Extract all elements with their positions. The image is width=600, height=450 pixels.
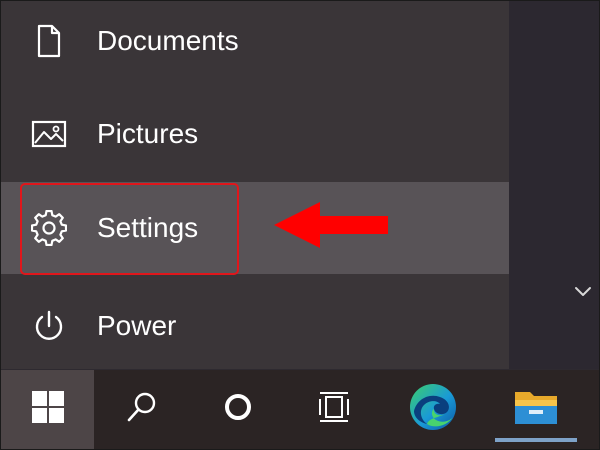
task-view-icon xyxy=(317,390,351,429)
cortana-icon xyxy=(221,390,255,429)
cortana-button[interactable] xyxy=(193,370,283,449)
document-icon xyxy=(31,23,67,59)
power-icon xyxy=(31,308,67,344)
start-menu-item-power[interactable]: Power xyxy=(1,281,509,371)
pictures-icon xyxy=(31,116,67,152)
start-menu-item-label: Pictures xyxy=(97,118,199,149)
start-menu-item-label: Power xyxy=(97,310,177,341)
start-button[interactable] xyxy=(1,370,94,449)
edge-icon xyxy=(407,381,459,438)
start-menu-tiles-area xyxy=(509,1,599,369)
chevron-down-icon[interactable] xyxy=(572,280,594,302)
start-menu-item-pictures[interactable]: Pictures xyxy=(1,89,509,179)
search-button[interactable] xyxy=(97,370,187,449)
search-icon xyxy=(125,390,159,429)
file-explorer-icon xyxy=(513,386,559,433)
active-app-indicator xyxy=(495,438,577,442)
settings-highlight-box xyxy=(20,183,239,275)
red-arrow-annotation xyxy=(274,202,388,248)
start-menu-item-label: Documents xyxy=(97,25,239,56)
task-view-button[interactable] xyxy=(289,370,379,449)
start-menu-item-documents[interactable]: Documents xyxy=(1,1,509,81)
edge-button[interactable] xyxy=(388,370,478,449)
windows-logo-icon xyxy=(31,390,65,429)
